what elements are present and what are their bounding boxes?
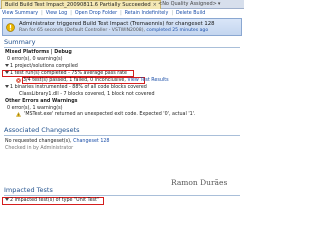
summary-heading: Summary [4,38,36,46]
projects-compiled[interactable]: 1 project/solutions compiled [5,64,78,69]
failed-test-icon [16,78,21,83]
associated-changesets-heading: Associated Changesets [4,126,80,134]
build-tab[interactable]: Build Build Test Impact_20090811.6 Parti… [1,0,161,9]
separator: | [70,11,72,16]
changeset-line: No requested changeset(s), Changeset 128 [5,139,110,144]
compile-errors: 0 error(s), 0 warning(s) [7,57,63,62]
warning-icon [16,112,21,117]
build-quality-dropdown[interactable]: <No Quality Assigned> ▾ [158,0,220,8]
changeset-128-link[interactable]: Changeset 128 [73,139,109,144]
view-log-link[interactable]: View Log [46,11,67,16]
trigger-description: Administrator triggered Build Test Impac… [19,21,215,27]
section-divider [4,47,240,48]
test-run-summary[interactable]: 1 test run(s) completed - 75% average pa… [5,71,127,76]
section-divider [4,195,240,196]
build-status-banner: Administrator triggered Build Test Impac… [2,18,242,36]
expander-icon[interactable] [5,85,9,88]
other-errors-count: 0 error(s), 1 warning(s) [7,106,63,111]
impacted-tests-heading: Impacted Tests [4,186,53,194]
close-icon[interactable]: × [153,1,157,9]
other-errors-heading: Other Errors and Warnings [5,99,78,104]
separator: | [41,11,43,16]
checked-in-by: Checked in by Administrator [5,146,74,151]
view-summary-link[interactable]: View Summary [2,11,38,16]
run-details: Ran for 65 seconds (Default Controller -… [19,28,208,33]
separator: | [171,11,173,16]
test-results-detail: 3/4 test(s) passed, 1 failed, 0 inconclu… [23,78,169,83]
chevron-down-icon: ▾ [217,1,221,7]
view-test-results-link[interactable]: View Test Results [127,78,168,83]
classlibrary-coverage: ClassLibrary1.dll - 7 blocks covered, 1 … [19,92,155,97]
build-tab-title: Build Build Test Impact_20090811.6 Parti… [5,2,151,8]
build-quality-value: <No Quality Assigned> [158,1,217,7]
expander-icon[interactable] [5,71,9,74]
code-coverage-summary[interactable]: 1 binaries instrumented - 88% of all cod… [5,85,147,90]
completed-time-link[interactable]: completed 25 minutes ago [146,28,208,33]
retain-indefinitely-link[interactable]: Retain Indefinitely [125,11,169,16]
author-signature: Ramon Durães [171,178,228,187]
mstest-warning: 'MSTest.exe' returned an unexpected exit… [24,112,196,117]
separator: | [120,11,122,16]
impacted-tests-count[interactable]: 2 impacted test(s) of type "Unit Test" [5,198,99,203]
configuration-label: Mixed Platforms | Debug [5,50,72,55]
expander-icon[interactable] [5,64,9,67]
run-duration: Ran for 65 seconds (Default Controller -… [19,28,145,33]
section-divider [4,135,240,136]
build-toolbar: View Summary | View Log | Open Drop Folder… [2,11,205,16]
expander-icon[interactable] [5,198,9,201]
delete-build-link[interactable]: Delete Build [176,11,205,16]
open-drop-folder-link[interactable]: Open Drop Folder [75,11,117,16]
partially-succeeded-icon [6,23,15,32]
